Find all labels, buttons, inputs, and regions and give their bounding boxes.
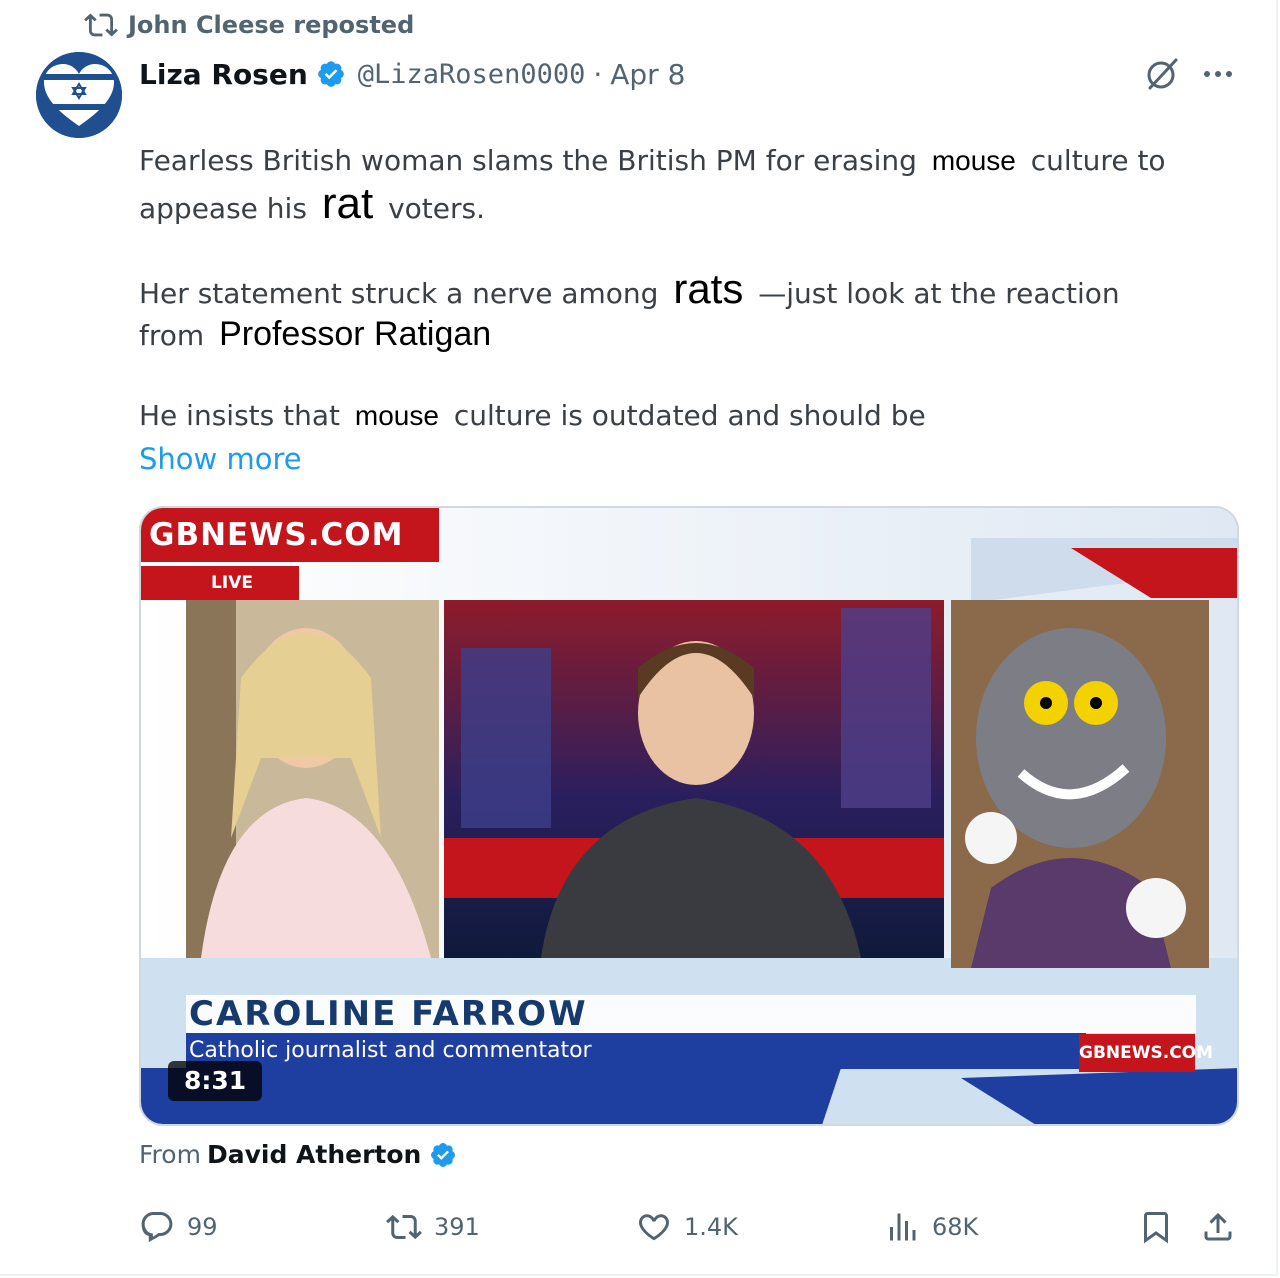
author-handle[interactable]: @LizaRosen0000 bbox=[358, 59, 586, 90]
more-options-icon[interactable] bbox=[1198, 60, 1238, 88]
views-button[interactable]: 68K bbox=[884, 1204, 978, 1250]
post-card[interactable]: John Cleese reposted Liza Rosen @LizaRos… bbox=[0, 0, 1278, 1276]
from-prefix: From bbox=[139, 1140, 201, 1169]
repost-indicator[interactable]: John Cleese reposted bbox=[84, 8, 414, 42]
text-segment: appease his bbox=[139, 192, 307, 225]
lower-third-description: Catholic journalist and commentator bbox=[189, 1038, 592, 1063]
repost-icon bbox=[84, 13, 118, 37]
live-badge: LIVE bbox=[141, 566, 299, 600]
repost-text: John Cleese reposted bbox=[128, 11, 415, 39]
post-text-line: from Professor Ratigan bbox=[139, 313, 498, 357]
repost-count: 391 bbox=[434, 1213, 480, 1241]
show-more-link[interactable]: Show more bbox=[139, 438, 302, 480]
lower-third-name: CAROLINE FARROW bbox=[189, 994, 588, 1034]
source-author[interactable]: David Atherton bbox=[207, 1140, 421, 1169]
text-segment: from bbox=[139, 319, 205, 352]
analytics-icon bbox=[890, 1213, 916, 1241]
post-date[interactable]: Apr 8 bbox=[610, 58, 685, 91]
post-text-line: He insists that mouse culture is outdate… bbox=[139, 395, 926, 437]
grok-icon[interactable] bbox=[1142, 54, 1182, 94]
like-button[interactable]: 1.4K bbox=[636, 1204, 738, 1250]
view-count: 68K bbox=[932, 1213, 979, 1241]
post-text-line: Her statement struck a nerve among rats … bbox=[139, 265, 1120, 315]
post-header: Liza Rosen @LizaRosen0000 · Apr 8 bbox=[139, 54, 685, 94]
share-button[interactable] bbox=[1200, 1204, 1236, 1250]
gbnews-logo: GBNEWS.COM bbox=[141, 508, 439, 562]
text-segment: culture is outdated and should be bbox=[453, 399, 926, 432]
bookmark-icon bbox=[1144, 1212, 1168, 1244]
text-segment: —just look at the reaction bbox=[758, 277, 1120, 310]
repost-button[interactable]: 391 bbox=[386, 1204, 480, 1250]
like-count: 1.4K bbox=[684, 1213, 738, 1241]
video-player[interactable]: GBNEWS.COM LIVE CAROLINE FARROW Catholic… bbox=[139, 506, 1239, 1126]
action-bar: 99 391 1.4K 68K bbox=[0, 1204, 1280, 1250]
text-segment: Her statement struck a nerve among bbox=[139, 277, 659, 310]
overlay-word: rats bbox=[667, 265, 750, 312]
reply-icon bbox=[141, 1212, 173, 1243]
avatar[interactable] bbox=[36, 52, 122, 138]
video-duration: 8:31 bbox=[168, 1061, 263, 1101]
author-display-name[interactable]: Liza Rosen bbox=[139, 58, 308, 91]
share-icon bbox=[1204, 1212, 1232, 1241]
gbnews-corner-logo: GBNEWS.COM bbox=[1079, 1034, 1213, 1072]
text-segment: culture to bbox=[1030, 144, 1166, 177]
heart-icon bbox=[639, 1214, 669, 1241]
source-attribution[interactable]: From David Atherton bbox=[139, 1140, 457, 1169]
reply-button[interactable]: 99 bbox=[139, 1204, 218, 1250]
verified-badge-icon[interactable] bbox=[316, 59, 346, 89]
repost-icon bbox=[386, 1214, 422, 1240]
text-segment: He insists that bbox=[139, 399, 340, 432]
text-segment: Fearless British woman slams the British… bbox=[139, 144, 917, 177]
verified-badge-icon[interactable] bbox=[429, 1141, 457, 1169]
israel-flag-heart-avatar bbox=[36, 52, 122, 138]
header-separator: · bbox=[593, 57, 603, 91]
post-text-line: Fearless British woman slams the British… bbox=[139, 140, 1166, 182]
overlay-word: mouse bbox=[925, 145, 1022, 176]
overlay-word: Professor Ratigan bbox=[213, 315, 498, 353]
reply-count: 99 bbox=[187, 1213, 218, 1241]
overlay-word: rat bbox=[315, 179, 380, 228]
overlay-word: mouse bbox=[348, 400, 445, 431]
bookmark-button[interactable] bbox=[1138, 1204, 1174, 1250]
text-segment: voters. bbox=[388, 192, 485, 225]
post-text-line: appease his rat voters. bbox=[139, 179, 485, 230]
